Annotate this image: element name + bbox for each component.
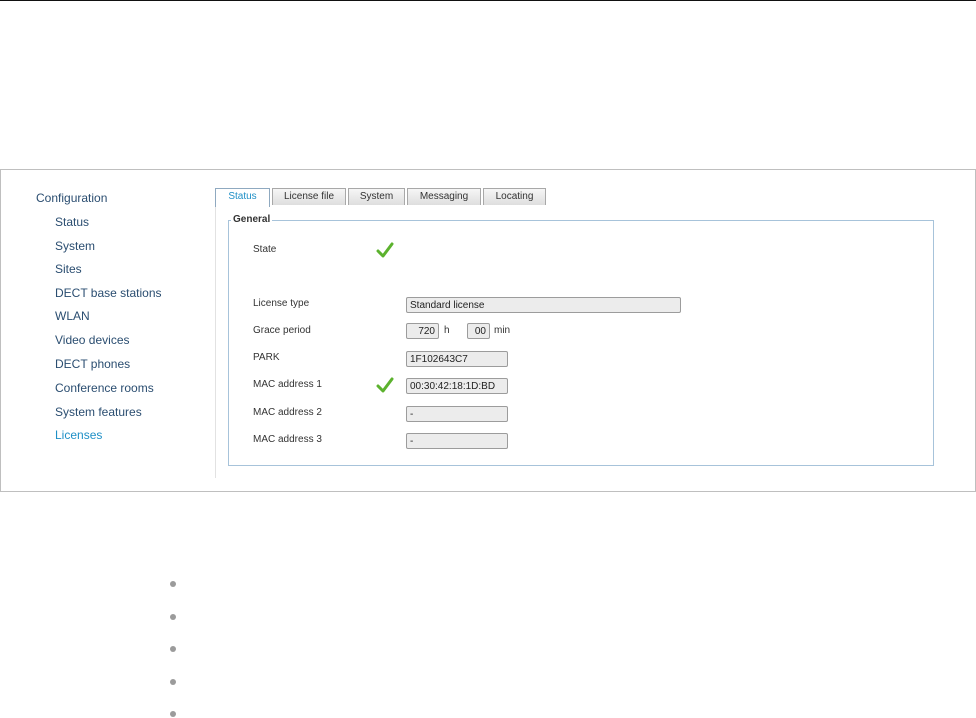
license-type-field[interactable] — [406, 297, 681, 313]
mac-address-1-check-icon — [376, 377, 394, 393]
tab-license-file[interactable]: License file — [272, 188, 346, 205]
sidebar-title[interactable]: Configuration — [36, 191, 107, 205]
bullet-point — [170, 581, 176, 587]
sidebar-item-licenses[interactable]: Licenses — [55, 428, 102, 442]
grace-period-label: Grace period — [253, 325, 311, 336]
general-legend: General — [231, 214, 273, 225]
park-label: PARK — [253, 352, 280, 363]
sidebar-item-conference-rooms[interactable]: Conference rooms — [55, 381, 154, 395]
park-field[interactable] — [406, 351, 508, 367]
mac-address-2-field[interactable] — [406, 406, 508, 422]
sidebar-item-video-devices[interactable]: Video devices — [55, 333, 130, 347]
sidebar-item-system-features[interactable]: System features — [55, 405, 142, 419]
tab-locating[interactable]: Locating — [483, 188, 546, 205]
bullet-point — [170, 711, 176, 717]
grace-minutes-field[interactable] — [467, 323, 490, 339]
tab-status[interactable]: Status — [215, 188, 270, 207]
mac-address-2-label: MAC address 2 — [253, 407, 322, 418]
sidebar-item-dect-base-stations[interactable]: DECT base stations — [55, 286, 162, 300]
license-type-label: License type — [253, 298, 310, 309]
sidebar-item-dect-phones[interactable]: DECT phones — [55, 357, 130, 371]
grace-hours-field[interactable] — [406, 323, 439, 339]
sidebar-item-status[interactable]: Status — [55, 215, 89, 229]
tab-system[interactable]: System — [348, 188, 405, 205]
state-label: State — [253, 244, 277, 255]
general-fieldset — [228, 220, 934, 466]
bullet-point — [170, 679, 176, 685]
sidebar-item-sites[interactable]: Sites — [55, 262, 82, 276]
bullet-point — [170, 646, 176, 652]
license-status-panel: Configuration Status System Sites DECT b… — [0, 169, 976, 492]
sidebar-item-wlan[interactable]: WLAN — [55, 309, 90, 323]
mac-address-3-label: MAC address 3 — [253, 434, 322, 445]
content-divider — [215, 188, 216, 478]
mac-address-1-field[interactable] — [406, 378, 508, 394]
grace-minutes-unit: min — [494, 325, 511, 336]
sidebar: Configuration Status System Sites DECT b… — [1, 170, 215, 491]
state-check-icon — [376, 242, 394, 258]
mac-address-3-field[interactable] — [406, 433, 508, 449]
bullet-point — [170, 614, 176, 620]
tab-messaging[interactable]: Messaging — [407, 188, 481, 205]
mac-address-1-label: MAC address 1 — [253, 379, 322, 390]
grace-hours-unit: h — [444, 325, 450, 336]
sidebar-item-system[interactable]: System — [55, 239, 95, 253]
top-rule — [0, 0, 976, 1]
